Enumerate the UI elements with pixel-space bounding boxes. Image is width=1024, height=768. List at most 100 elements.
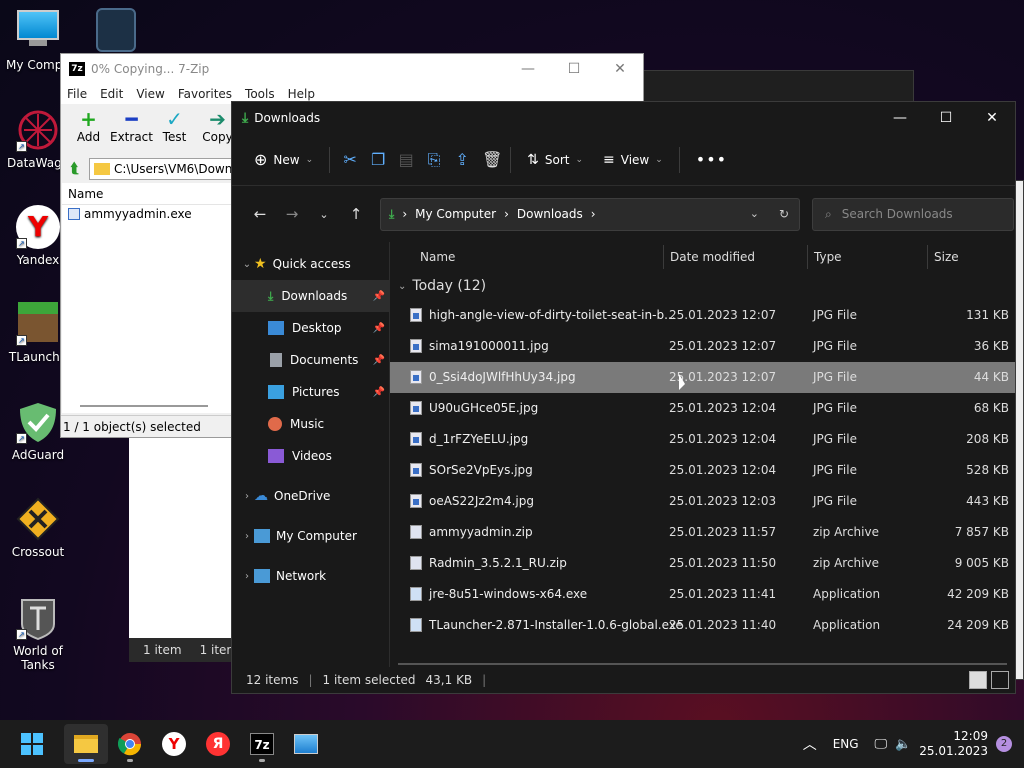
sidebar-item-pictures[interactable]: Pictures 📌 [232,376,389,408]
horizontal-scrollbar[interactable] [398,663,1007,665]
breadcrumb-my-computer[interactable]: My Computer [415,207,496,221]
breadcrumb[interactable]: ⤓ › My Computer › Downloads › ⌄ ↻ [380,197,800,231]
minimize-icon[interactable]: — [877,102,923,134]
explorer-title-bar[interactable]: ⤓ Downloads — ☐ ✕ [232,102,1015,134]
network-icon[interactable]: 🖵 [875,737,888,752]
list-item[interactable]: ammyyadmin.exe [62,205,232,223]
taskbar-yandex[interactable]: Я [196,724,240,764]
chevron-right-icon[interactable]: › [240,571,254,582]
extract-button[interactable]: ━ Extract [110,104,153,156]
close-icon[interactable]: ✕ [969,102,1015,134]
sidebar-item-network[interactable]: › Network [232,560,389,592]
file-row[interactable]: oeAS22Jz2m4.jpg 25.01.2023 12:03 JPG Fil… [390,486,1015,517]
chevron-down-icon[interactable]: ⌄ [750,207,759,221]
refresh-icon[interactable]: ↻ [779,207,789,221]
close-icon[interactable]: ✕ [597,54,643,84]
share-icon[interactable]: ⇪ [448,150,476,169]
test-icon: ✓ [166,107,183,131]
taskbar: Y Я 7z ︿ ENG 🖵 🔈 12:09 25.01.2023 2 [0,720,1024,768]
breadcrumb-downloads[interactable]: Downloads [517,207,583,221]
up-arrow-icon[interactable]: ↑ [340,205,372,223]
sidebar-item-music[interactable]: Music [232,408,389,440]
sort-button[interactable]: ⇅ Sort ⌄ [517,152,593,168]
menu-favorites[interactable]: Favorites [178,84,239,104]
view-button[interactable]: ≡ View ⌄ [593,152,673,168]
group-header[interactable]: ⌄ Today (12) [390,272,1015,300]
back-arrow-icon[interactable]: ← [244,205,276,223]
language-indicator[interactable]: ENG [833,737,859,751]
show-hidden-icons-icon[interactable]: ︿ [803,734,817,754]
horizontal-scrollbar[interactable] [80,405,208,407]
sidebar-item-documents[interactable]: Documents 📌 [232,344,389,376]
file-row[interactable]: U90uGHce05E.jpg 25.01.2023 12:04 JPG Fil… [390,393,1015,424]
jpg-file-icon [410,432,422,446]
file-row[interactable]: sima191000011.jpg 25.01.2023 12:07 JPG F… [390,331,1015,362]
chevron-down-icon: ⌄ [305,154,314,165]
start-button[interactable] [10,724,54,764]
test-button[interactable]: ✓ Test [153,104,196,156]
maximize-icon[interactable]: ☐ [551,54,597,84]
paste-icon[interactable]: ▤ [392,150,420,169]
taskbar-chrome[interactable] [108,724,152,764]
rename-icon[interactable]: ⎘ [420,150,448,170]
chevron-right-icon[interactable]: › [240,491,254,502]
column-header-name[interactable]: Name [414,250,455,264]
add-button[interactable]: + Add [67,104,110,156]
desktop-icon [268,321,284,335]
chevron-down-icon: ⌄ [398,280,407,292]
copy-icon[interactable]: ❐ [364,150,392,169]
large-icons-view-icon[interactable] [991,671,1009,689]
file-row-selected[interactable]: 0_Ssi4doJWlfHhUy34.jpg 25.01.2023 12:07 … [390,362,1015,393]
separator [678,146,680,173]
column-header-name[interactable]: Name [62,183,232,205]
more-options-button[interactable]: ••• [686,150,737,169]
sidebar-item-onedrive[interactable]: › ☁ OneDrive [232,480,389,512]
taskbar-7zip[interactable]: 7z [240,724,284,764]
desktop-icon-world-of-tanks[interactable]: ↗ World of Tanks [0,596,76,672]
file-row[interactable]: TLauncher-2.871-Installer-1.0.6-global.e… [390,610,1015,638]
file-row[interactable]: jre-8u51-windows-x64.exe 25.01.2023 11:4… [390,579,1015,610]
taskbar-control-panel[interactable] [284,724,328,764]
notification-badge[interactable]: 2 [996,736,1012,752]
desktop-icon-crossout[interactable]: Crossout [0,497,76,559]
cut-icon[interactable]: ✂ [336,150,364,169]
file-explorer-window[interactable]: ⤓ Downloads — ☐ ✕ ⊕ New ⌄ ✂ ❐ ▤ ⎘ ⇪ 🗑 ⇅ … [231,101,1016,694]
maximize-icon[interactable]: ☐ [923,102,969,134]
more-icon: ••• [695,150,728,169]
volume-icon[interactable]: 🔈 [895,737,911,752]
sidebar-item-quick-access[interactable]: ⌄ ★ Quick access [232,248,389,280]
sidebar-item-downloads[interactable]: ⤓ Downloads 📌 [232,280,389,312]
column-header-size[interactable]: Size [927,245,959,269]
chevron-down-icon[interactable]: ⌄ [240,259,254,270]
recent-locations-chevron-icon[interactable]: ⌄ [308,208,340,221]
taskbar-yandex-browser[interactable]: Y [152,724,196,764]
wot-shield-icon[interactable] [96,8,136,52]
delete-icon[interactable]: 🗑 [476,150,504,169]
sidebar-item-desktop[interactable]: Desktop 📌 [232,312,389,344]
sidebar-item-my-computer[interactable]: › My Computer [232,520,389,552]
clock[interactable]: 12:09 25.01.2023 [919,729,988,759]
file-row[interactable]: ammyyadmin.zip 25.01.2023 11:57 zip Arch… [390,517,1015,548]
file-row[interactable]: high-angle-view-of-dirty-toilet-seat-in-… [390,300,1015,331]
column-header-date[interactable]: Date modified [663,245,755,269]
7zip-file-list[interactable]: Name ammyyadmin.exe [62,183,232,413]
taskbar-file-explorer[interactable] [64,724,108,764]
minimize-icon[interactable]: — [505,54,551,84]
chevron-right-icon[interactable]: › [240,531,254,542]
sidebar-item-videos[interactable]: Videos [232,440,389,472]
file-list[interactable]: Name Date modified Type Size ⌄ Today (12… [390,242,1015,667]
add-icon: + [80,107,97,131]
7zip-title-bar[interactable]: 7z 0% Copying... 7-Zip — ☐ ✕ [61,54,643,84]
file-row[interactable]: SOrSe2VpEys.jpg 25.01.2023 12:04 JPG Fil… [390,455,1015,486]
column-header-type[interactable]: Type [807,245,842,269]
menu-view[interactable]: View [136,84,171,104]
search-input[interactable]: ⌕ Search Downloads [812,197,1014,231]
details-view-icon[interactable] [969,671,987,689]
menu-edit[interactable]: Edit [100,84,130,104]
up-folder-icon[interactable]: ⮬ [65,161,85,177]
forward-arrow-icon[interactable]: → [276,205,308,223]
file-row[interactable]: d_1rFZYeELU.jpg 25.01.2023 12:04 JPG Fil… [390,424,1015,455]
new-button[interactable]: ⊕ New ⌄ [244,150,323,169]
menu-file[interactable]: File [67,84,94,104]
file-row[interactable]: Radmin_3.5.2.1_RU.zip 25.01.2023 11:50 z… [390,548,1015,579]
